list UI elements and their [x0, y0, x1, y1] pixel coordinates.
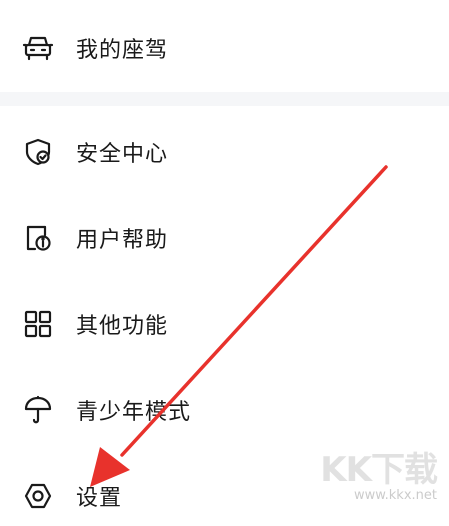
umbrella-icon	[22, 394, 54, 426]
help-info-icon	[22, 222, 54, 254]
menu-item-label: 设置	[76, 486, 123, 511]
menu-item-label: 青少年模式	[76, 400, 192, 425]
menu-item-teen-mode[interactable]: 青少年模式	[0, 380, 449, 440]
menu-item-settings[interactable]: 设置	[0, 466, 449, 526]
menu-item-safety-center[interactable]: 安全中心	[0, 122, 449, 182]
menu-item-user-help[interactable]: 用户帮助	[0, 208, 449, 268]
menu-item-label: 其他功能	[76, 314, 169, 339]
shield-check-icon	[22, 136, 54, 168]
grid-icon	[22, 308, 54, 340]
menu-item-label: 我的座驾	[76, 38, 169, 63]
menu-item-other-functions[interactable]: 其他功能	[0, 294, 449, 354]
menu-item-label: 安全中心	[76, 142, 169, 167]
menu-item-label: 用户帮助	[76, 228, 169, 253]
menu-item-my-seat[interactable]: 我的座驾	[0, 18, 449, 78]
car-icon	[22, 32, 54, 64]
gear-hexagon-icon	[22, 480, 54, 512]
section-separator	[0, 92, 449, 106]
